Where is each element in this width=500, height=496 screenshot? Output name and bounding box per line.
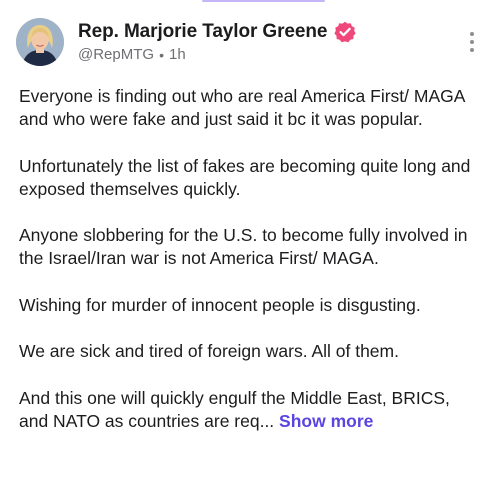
author-handle[interactable]: @RepMTG: [78, 46, 154, 63]
post-paragraph: Unfortunately the list of fakes are beco…: [19, 155, 471, 199]
avatar[interactable]: [16, 18, 64, 66]
name-row: Rep. Marjorie Taylor Greene: [78, 20, 356, 44]
profile-photo-icon: [16, 18, 64, 66]
post-paragraph: Everyone is finding out who are real Ame…: [19, 86, 465, 130]
meta-row: @RepMTG • 1h: [78, 46, 186, 63]
more-vertical-icon[interactable]: [466, 32, 478, 58]
post-body: Everyone is finding out who are real Ame…: [19, 85, 481, 433]
post-paragraph: Wishing for murder of innocent people is…: [19, 294, 421, 315]
author-name[interactable]: Rep. Marjorie Taylor Greene: [78, 21, 327, 43]
post-timestamp[interactable]: 1h: [169, 46, 186, 63]
post-header: Rep. Marjorie Taylor Greene @RepMTG • 1h: [16, 16, 484, 72]
post-paragraph-truncated: And this one will quickly engulf the Mid…: [19, 387, 481, 433]
truncated-text: And this one will quickly engulf the Mid…: [19, 387, 450, 431]
show-more-link[interactable]: Show more: [279, 411, 373, 431]
meta-separator: •: [159, 46, 164, 63]
post-paragraph: Anyone slobbering for the U.S. to become…: [19, 225, 468, 269]
post-card: Rep. Marjorie Taylor Greene @RepMTG • 1h…: [0, 0, 500, 496]
post-paragraph: We are sick and tired of foreign wars. A…: [19, 341, 399, 362]
verified-badge-icon: [334, 21, 356, 43]
